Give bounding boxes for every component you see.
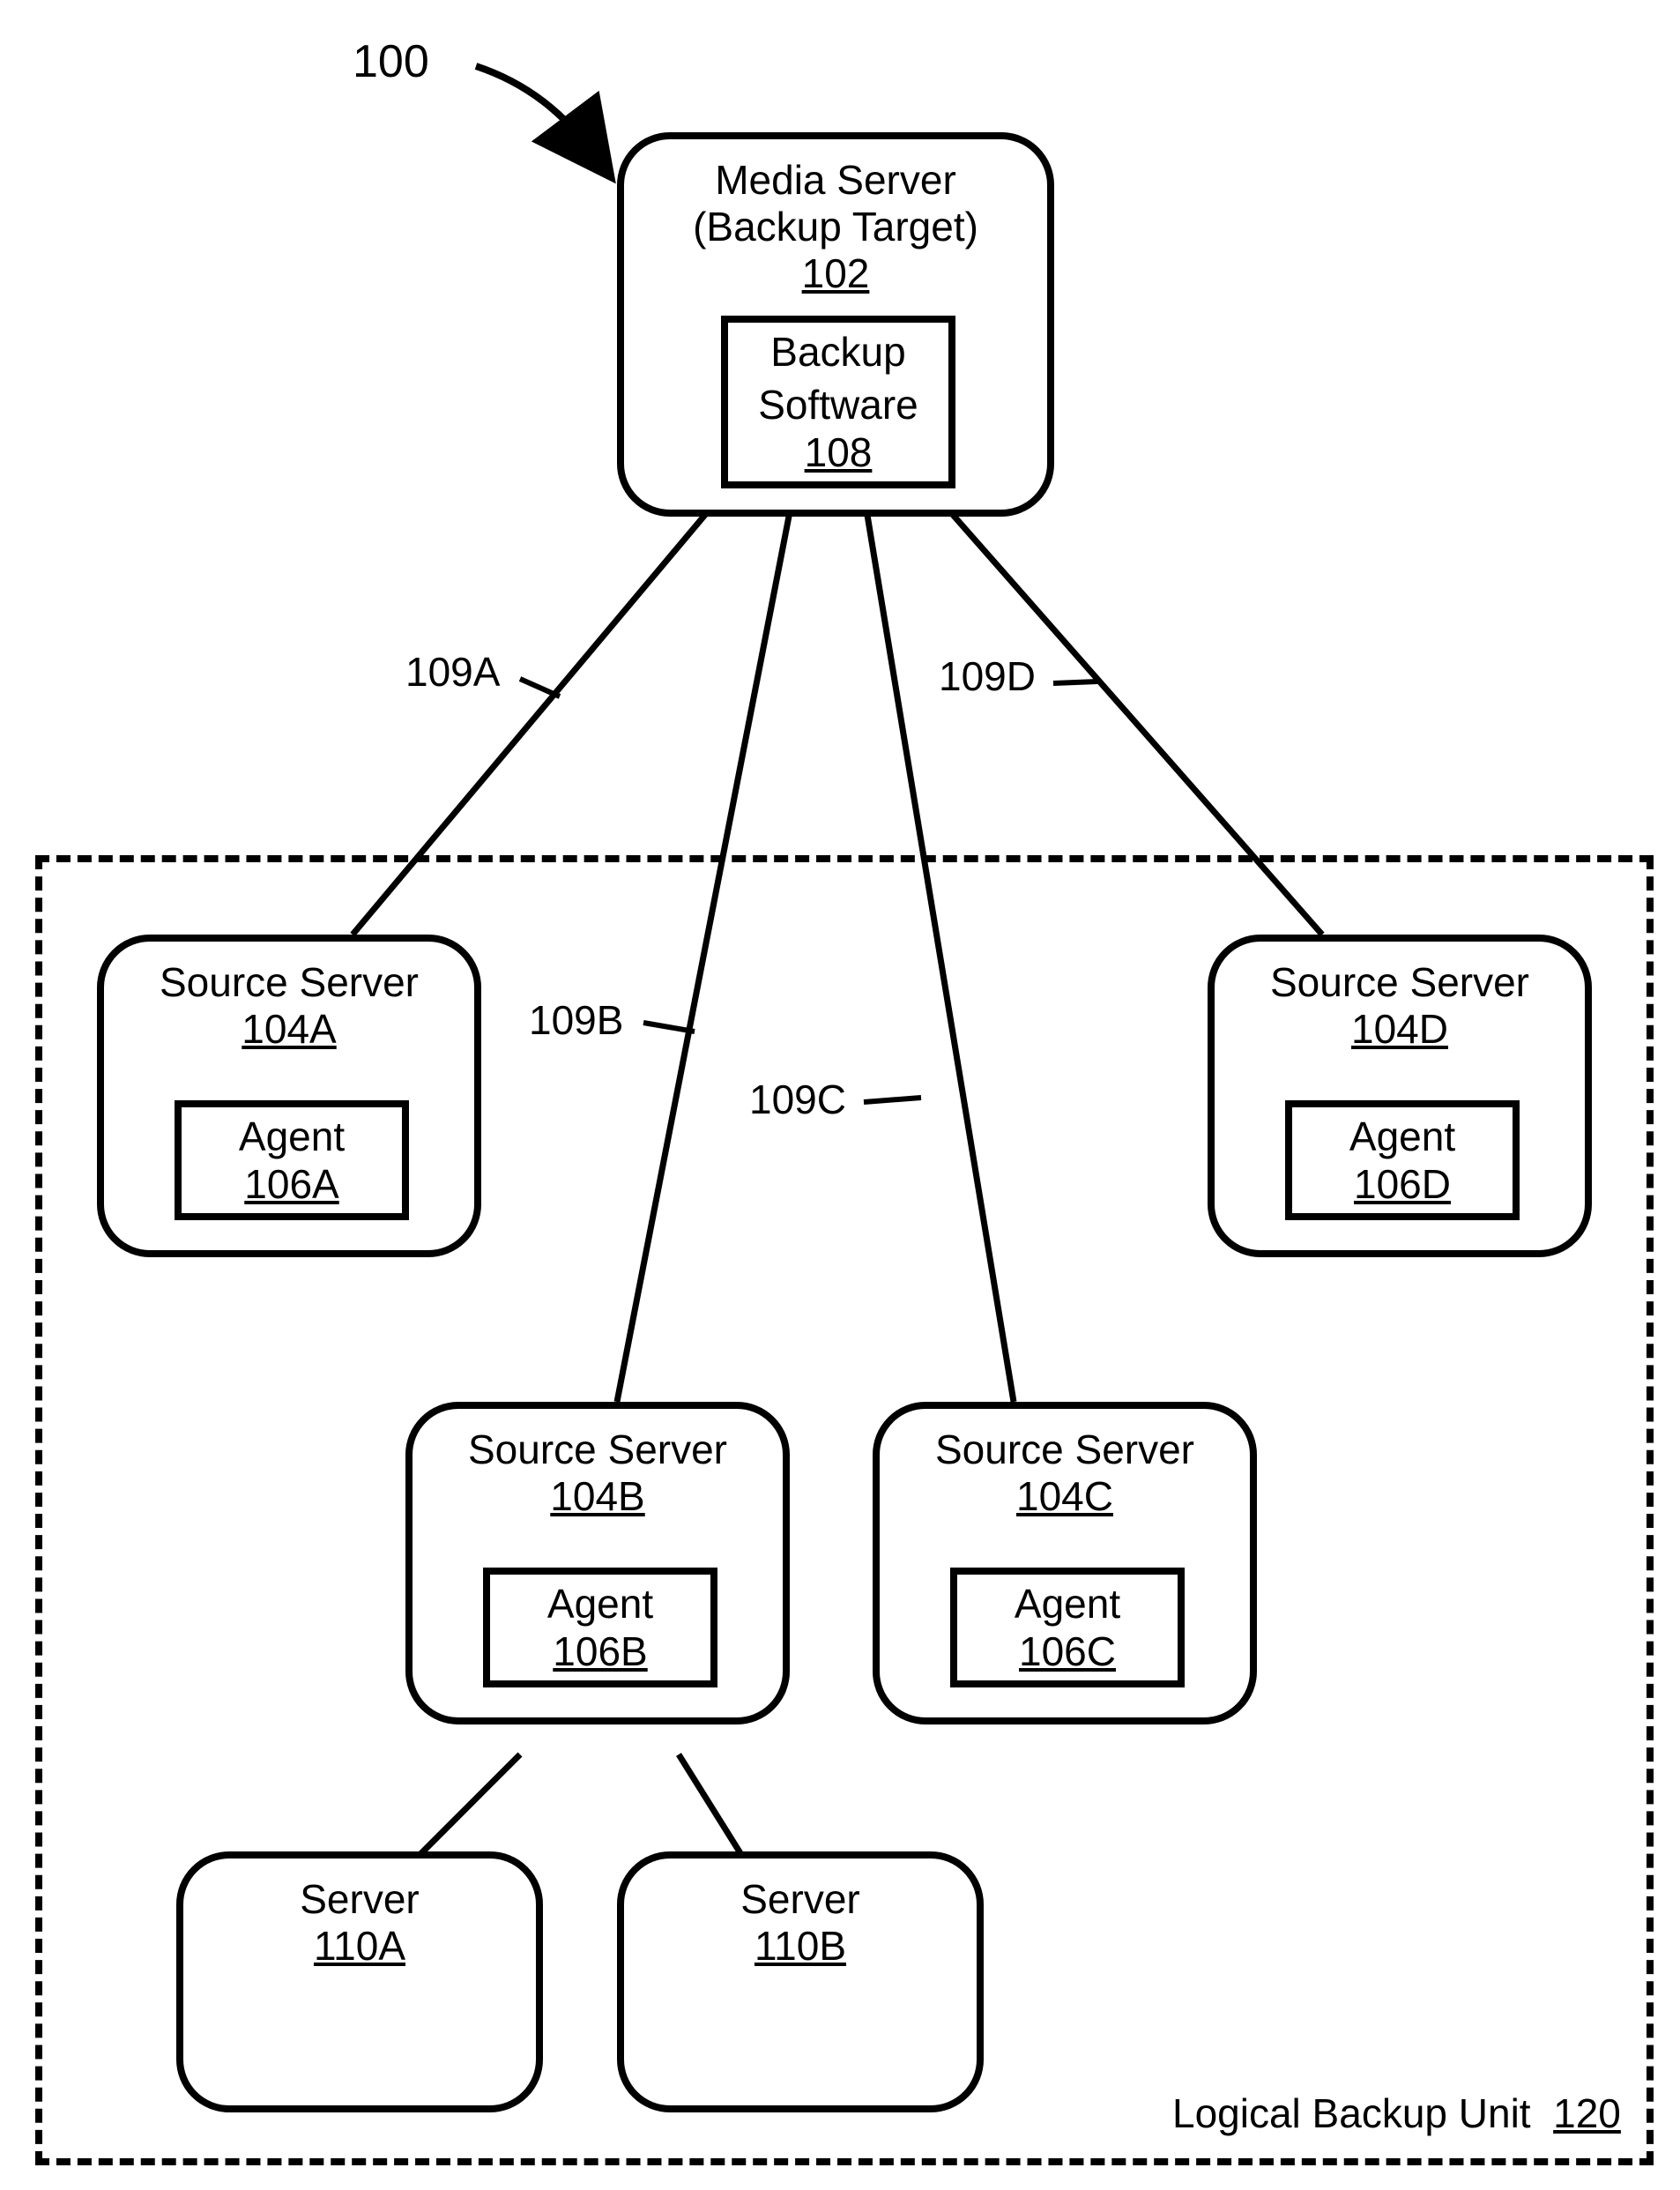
media-server-title: Media Server (Backup Target) 102 xyxy=(624,157,1047,297)
backup-software-ref: 108 xyxy=(728,428,948,476)
source-server-C: Source Server 104C Agent 106C xyxy=(873,1402,1257,1724)
source-server-B-ref: 104B xyxy=(413,1473,783,1520)
backup-software-label1: Backup xyxy=(728,328,948,376)
figure-reference-text: 100 xyxy=(353,36,429,87)
source-server-B: Source Server 104B Agent 106B xyxy=(405,1402,790,1724)
agent-C-label: Agent xyxy=(957,1580,1178,1628)
server-110B: Server 110B xyxy=(617,1851,984,2112)
agent-box-D: Agent 106D xyxy=(1285,1100,1520,1220)
backup-software-label2: Software xyxy=(728,381,948,428)
agent-B-label: Agent xyxy=(490,1580,710,1628)
backup-software-box: Backup Software 108 xyxy=(721,316,955,488)
lbu-ref: 120 xyxy=(1553,2090,1621,2136)
figure-reference: 100 xyxy=(353,35,429,88)
source-server-A-ref: 104A xyxy=(104,1006,474,1053)
server-110B-title: Server xyxy=(624,1876,977,1923)
agent-A-ref: 106A xyxy=(182,1160,402,1208)
agent-B-ref: 106B xyxy=(490,1628,710,1675)
agent-C-ref: 106C xyxy=(957,1628,1178,1675)
link-label-109D: 109D xyxy=(939,652,1036,700)
agent-box-C: Agent 106C xyxy=(950,1568,1185,1687)
server-110A-title: Server xyxy=(183,1876,536,1923)
media-server-ref: 102 xyxy=(624,250,1047,297)
source-server-B-title: Source Server xyxy=(413,1426,783,1473)
server-110A: Server 110A xyxy=(176,1851,543,2112)
server-110A-ref: 110A xyxy=(183,1923,536,1970)
media-server-node: Media Server (Backup Target) 102 Backup … xyxy=(617,132,1054,517)
agent-D-label: Agent xyxy=(1292,1113,1513,1160)
server-110B-ref: 110B xyxy=(624,1923,977,1970)
source-server-D: Source Server 104D Agent 106D xyxy=(1208,935,1592,1257)
source-server-D-ref: 104D xyxy=(1215,1006,1585,1053)
link-label-109A: 109A xyxy=(405,648,500,696)
source-server-D-title: Source Server xyxy=(1215,959,1585,1006)
media-server-title-line1: Media Server xyxy=(624,157,1047,204)
source-server-C-title: Source Server xyxy=(880,1426,1250,1473)
source-server-A: Source Server 104A Agent 106A xyxy=(97,935,481,1257)
agent-D-ref: 106D xyxy=(1292,1160,1513,1208)
agent-box-B: Agent 106B xyxy=(483,1568,717,1687)
agent-A-label: Agent xyxy=(182,1113,402,1160)
lbu-text: Logical Backup Unit xyxy=(1172,2090,1531,2136)
source-server-A-title: Source Server xyxy=(104,959,474,1006)
media-server-title-line2: (Backup Target) xyxy=(624,204,1047,250)
source-server-C-ref: 104C xyxy=(880,1473,1250,1520)
logical-backup-unit-label: Logical Backup Unit 120 xyxy=(1172,2089,1621,2137)
agent-box-A: Agent 106A xyxy=(175,1100,409,1220)
diagram-stage: 100 Media Server (Backup Target) 102 Bac… xyxy=(0,0,1680,2190)
